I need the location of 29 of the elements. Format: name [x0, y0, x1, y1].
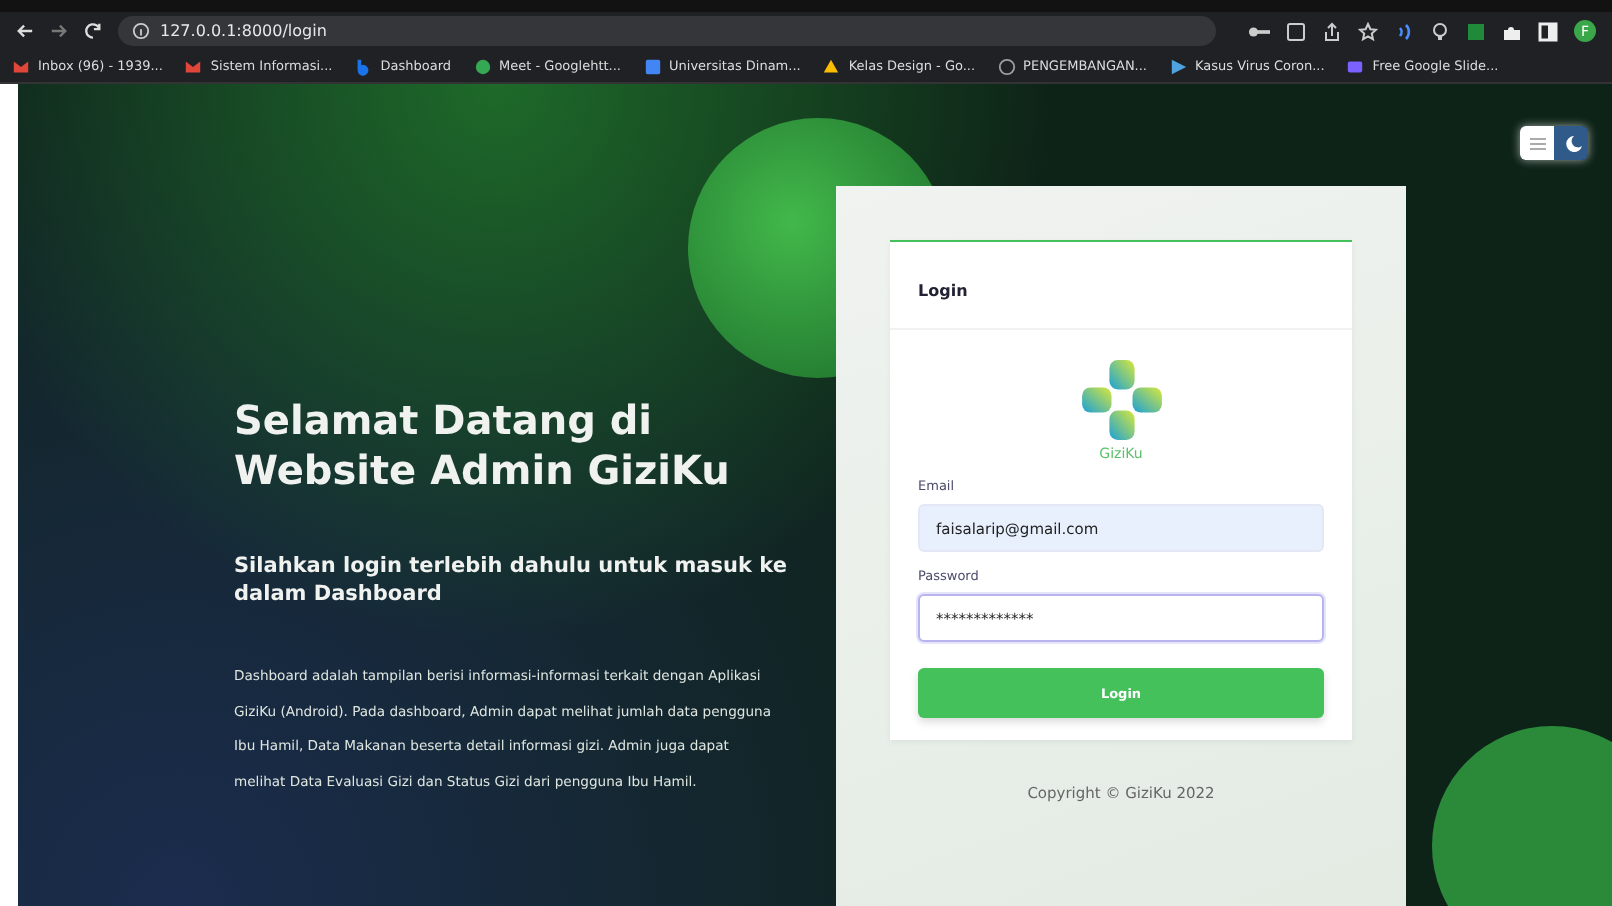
hero-subtitle: Silahkan login terlebih dahulu untuk masuk ke dalam Dashboard — [234, 552, 789, 608]
favicon-icon — [822, 57, 841, 75]
reload-icon[interactable] — [84, 22, 102, 40]
favicon-icon — [354, 57, 373, 75]
moon-icon — [1561, 133, 1581, 153]
favicon-icon — [12, 57, 30, 75]
cross-logo-icon — [1079, 358, 1163, 442]
sound-icon[interactable] — [1394, 21, 1414, 41]
menu-toggle[interactable] — [1520, 126, 1554, 160]
favicon-icon — [643, 57, 662, 75]
favicon-icon — [473, 57, 492, 75]
card-title: Login — [918, 282, 968, 300]
share-icon[interactable] — [1322, 21, 1342, 41]
sidebar-icon[interactable] — [1538, 21, 1558, 41]
moon-toggle[interactable] — [1554, 126, 1588, 160]
hero-title: Selamat Datang di Website Admin GiziKu — [234, 396, 732, 496]
forward-icon[interactable] — [50, 22, 68, 40]
menu-icon — [1527, 133, 1547, 153]
bulb-icon[interactable] — [1430, 21, 1450, 41]
favicon-icon — [1169, 57, 1187, 75]
key-icon[interactable] — [1248, 23, 1270, 39]
address-bar[interactable]: 127.0.0.1:8000/login — [118, 16, 1216, 46]
star-icon[interactable] — [1358, 21, 1378, 41]
globe-icon — [997, 57, 1016, 75]
favicon-icon — [184, 57, 203, 75]
back-icon[interactable] — [16, 22, 34, 40]
favicon-icon — [1346, 57, 1365, 75]
extension-square-icon[interactable] — [1466, 21, 1486, 41]
info-icon — [132, 22, 150, 40]
